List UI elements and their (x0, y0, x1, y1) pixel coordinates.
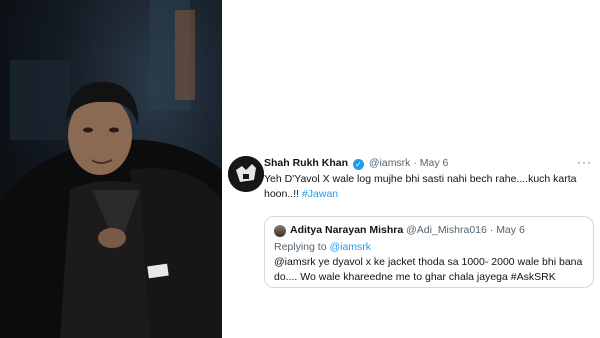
replying-to: Replying to @iamsrk (274, 241, 371, 253)
more-icon[interactable]: ··· (577, 155, 592, 169)
verified-icon: ✓ (352, 159, 364, 170)
portrait-illustration (0, 0, 222, 338)
hashtag-link[interactable]: #Jawan (302, 188, 338, 200)
tweet-date[interactable]: May 6 (420, 157, 449, 169)
quoted-author-name[interactable]: Aditya Narayan Mishra (290, 224, 403, 236)
replying-prefix: Replying to (274, 241, 330, 253)
quoted-author-handle[interactable]: @Adi_Mishra016 (406, 224, 487, 236)
separator: · (413, 157, 417, 169)
avatar-image (228, 156, 264, 192)
avatar[interactable] (228, 156, 264, 192)
quoted-avatar[interactable] (274, 225, 286, 237)
quoted-date[interactable]: May 6 (496, 224, 525, 236)
quoted-tweet[interactable]: Aditya Narayan Mishra @Adi_Mishra016 · M… (264, 216, 594, 288)
author-handle[interactable]: @iamsrk (369, 157, 411, 169)
replying-handle-link[interactable]: @iamsrk (329, 241, 371, 253)
shah-rukh-khan-photo (0, 0, 222, 338)
author-name[interactable]: Shah Rukh Khan (264, 157, 348, 169)
tweet-text: Yeh D'Yavol X wale log mujhe bhi sasti n… (264, 172, 584, 201)
quoted-separator: · (489, 224, 494, 236)
quoted-header: Aditya Narayan Mishra @Adi_Mishra016 · M… (290, 224, 525, 236)
tweet: Shah Rukh Khan ✓ @iamsrk · May 6 ··· Yeh… (222, 0, 600, 338)
quoted-text: @iamsrk ye dyavol x ke jacket thoda sa 1… (274, 256, 583, 283)
tweet-header: Shah Rukh Khan ✓ @iamsrk · May 6 (264, 157, 448, 170)
